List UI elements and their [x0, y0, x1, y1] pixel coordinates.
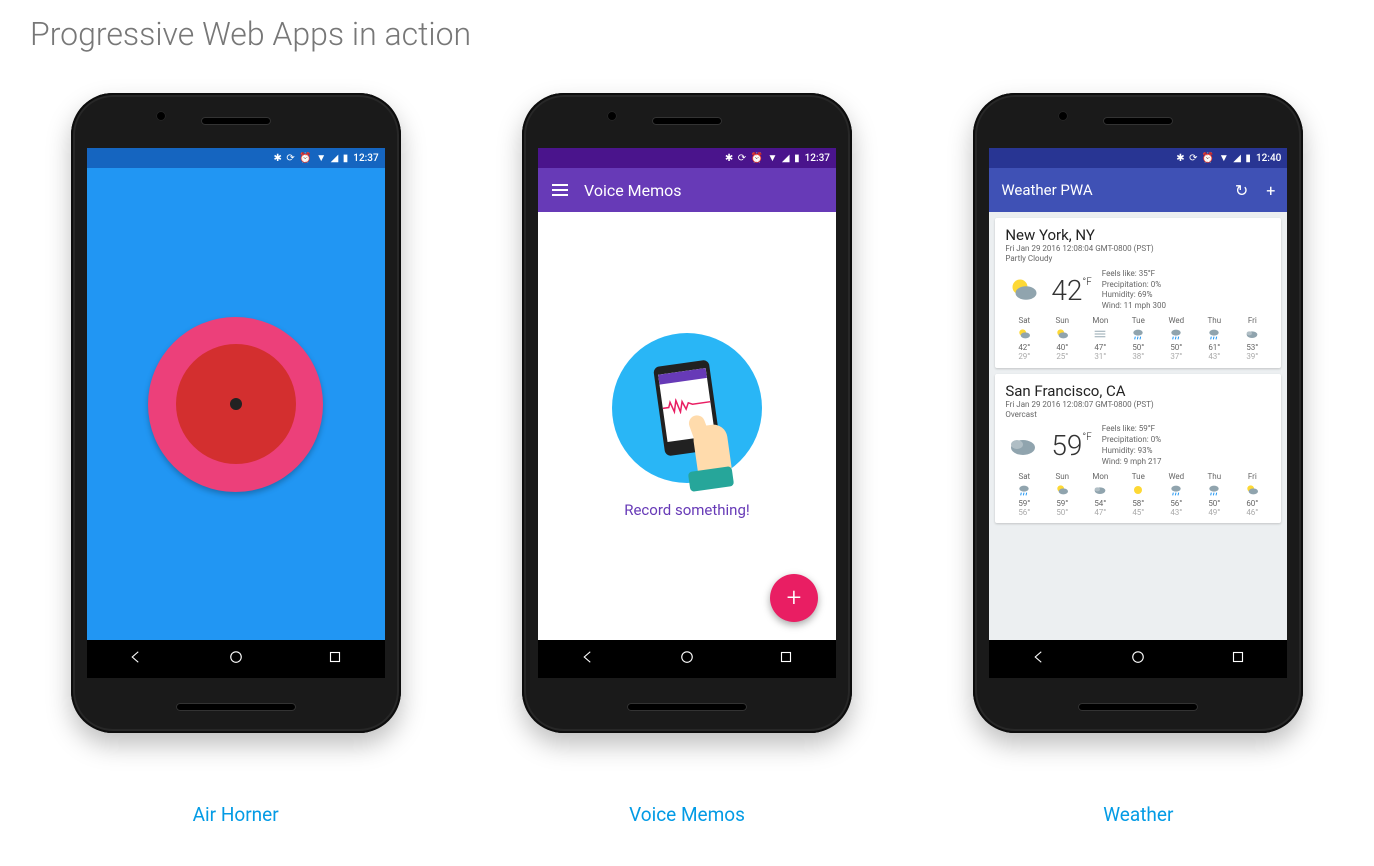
page-title: Progressive Web Apps in action [30, 15, 1344, 53]
status-bar: ✱ ⟳ ⏰ ▼ ◢ ▮ 12:40 [989, 148, 1287, 168]
airhorner-link[interactable]: Air Horner [193, 803, 279, 826]
record-illustration [612, 333, 762, 483]
weather-icon [1130, 326, 1146, 342]
airhorner-button[interactable] [148, 317, 323, 492]
city-name: San Francisco, CA [1005, 382, 1271, 400]
current-temp: 59°F [1051, 429, 1091, 462]
status-time: 12:37 [805, 153, 830, 164]
record-cta-text: Record something! [624, 501, 750, 519]
current-details: Feels like: 59°F Precipitation: 0% Humid… [1102, 424, 1162, 467]
weather-appbar: Weather PWA ↻ + [989, 168, 1287, 212]
weather-icon [1206, 482, 1222, 498]
forecast-day: Tue 58° 45° [1119, 472, 1157, 518]
weather-icon [1092, 326, 1108, 342]
refresh-icon[interactable]: ↻ [1235, 181, 1248, 200]
forecast-day: Thu 50° 49° [1195, 472, 1233, 518]
current-weather-icon [1005, 428, 1041, 464]
current-weather-icon [1005, 272, 1041, 308]
phone-frame: ✱ ⟳ ⏰ ▼ ◢ ▮ 12:37 [71, 93, 401, 733]
weather-icon [1168, 326, 1184, 342]
forecast-day: Fri 53° 39° [1233, 316, 1271, 362]
weather-icon [1244, 482, 1260, 498]
weather-column: ✱ ⟳ ⏰ ▼ ◢ ▮ 12:40 Weather PWA ↻ + New Yo… [933, 93, 1344, 826]
current-temp: 42°F [1051, 274, 1091, 307]
city-name: New York, NY [1005, 226, 1271, 244]
status-icons: ✱ ⟳ ⏰ ▼ ◢ ▮ [725, 153, 801, 164]
android-nav-bar [989, 640, 1287, 678]
forecast-day: Wed 50° 37° [1157, 316, 1195, 362]
forecast-day: Mon 54° 47° [1081, 472, 1119, 518]
back-button[interactable] [1030, 648, 1048, 670]
weather-icon [1016, 326, 1032, 342]
phone-frame: ✱ ⟳ ⏰ ▼ ◢ ▮ 12:37 Voice Memos [522, 93, 852, 733]
forecast-day: Wed 56° 43° [1157, 472, 1195, 518]
home-button[interactable] [678, 648, 696, 670]
android-nav-bar [538, 640, 836, 678]
forecast-row: Sat 59° 56° Sun 59° 50° Mon 54° 47° Tue … [1005, 472, 1271, 518]
forecast-day: Sun 40° 25° [1043, 316, 1081, 362]
forecast-day: Mon 47° 31° [1081, 316, 1119, 362]
forecast-day: Sun 59° 50° [1043, 472, 1081, 518]
status-bar: ✱ ⟳ ⏰ ▼ ◢ ▮ 12:37 [538, 148, 836, 168]
timestamp: Fri Jan 29 2016 12:08:07 GMT-0800 (PST)O… [1005, 400, 1271, 421]
status-bar: ✱ ⟳ ⏰ ▼ ◢ ▮ 12:37 [87, 148, 385, 168]
weather-link[interactable]: Weather [1103, 803, 1173, 826]
weather-icon [1054, 326, 1070, 342]
voicememos-title: Voice Memos [584, 181, 682, 200]
weather-icon [1244, 326, 1260, 342]
back-button[interactable] [579, 648, 597, 670]
weather-icon [1054, 482, 1070, 498]
record-fab[interactable]: + [770, 574, 818, 622]
weather-icon [1092, 482, 1108, 498]
status-time: 12:40 [1256, 153, 1281, 164]
voicememos-appbar: Voice Memos [538, 168, 836, 212]
weather-icon [1206, 326, 1222, 342]
forecast-day: Tue 50° 38° [1119, 316, 1157, 362]
recents-button[interactable] [326, 648, 344, 670]
recents-button[interactable] [777, 648, 795, 670]
airhorner-column: ✱ ⟳ ⏰ ▼ ◢ ▮ 12:37 [30, 93, 441, 826]
weather-card[interactable]: New York, NY Fri Jan 29 2016 12:08:04 GM… [995, 218, 1281, 368]
timestamp: Fri Jan 29 2016 12:08:04 GMT-0800 (PST)P… [1005, 244, 1271, 265]
current-details: Feels like: 35°F Precipitation: 0% Humid… [1102, 269, 1166, 312]
weather-title: Weather PWA [1001, 181, 1092, 199]
forecast-day: Sat 42° 29° [1005, 316, 1043, 362]
status-icons: ✱ ⟳ ⏰ ▼ ◢ ▮ [1176, 153, 1252, 164]
add-icon[interactable]: + [1266, 181, 1275, 200]
android-nav-bar [87, 640, 385, 678]
voicememos-column: ✱ ⟳ ⏰ ▼ ◢ ▮ 12:37 Voice Memos [481, 93, 892, 826]
voicememos-link[interactable]: Voice Memos [629, 803, 745, 826]
weather-icon [1168, 482, 1184, 498]
forecast-day: Fri 60° 46° [1233, 472, 1271, 518]
recents-button[interactable] [1229, 648, 1247, 670]
back-button[interactable] [127, 648, 145, 670]
status-icons: ✱ ⟳ ⏰ ▼ ◢ ▮ [274, 153, 350, 164]
weather-card[interactable]: San Francisco, CA Fri Jan 29 2016 12:08:… [995, 374, 1281, 524]
phone-frame: ✱ ⟳ ⏰ ▼ ◢ ▮ 12:40 Weather PWA ↻ + New Yo… [973, 93, 1303, 733]
home-button[interactable] [227, 648, 245, 670]
forecast-day: Thu 61° 43° [1195, 316, 1233, 362]
menu-icon[interactable] [552, 184, 568, 196]
weather-icon [1130, 482, 1146, 498]
forecast-day: Sat 59° 56° [1005, 472, 1043, 518]
weather-icon [1016, 482, 1032, 498]
forecast-row: Sat 42° 29° Sun 40° 25° Mon 47° 31° Tue … [1005, 316, 1271, 362]
home-button[interactable] [1129, 648, 1147, 670]
status-time: 12:37 [353, 153, 378, 164]
